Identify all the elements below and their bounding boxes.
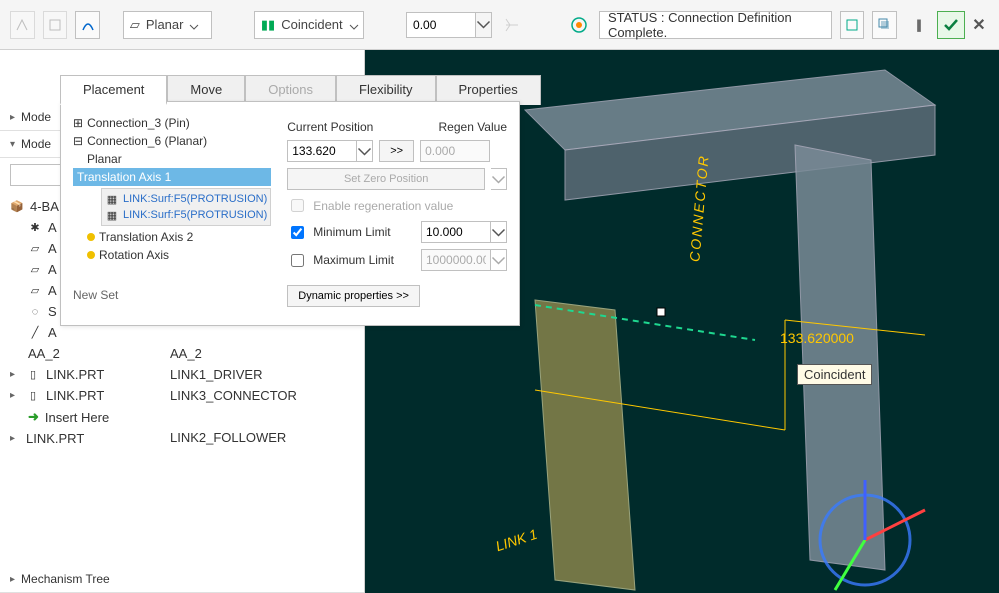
tab-placement[interactable]: Placement	[60, 75, 167, 105]
datum-icon: ✱	[28, 221, 42, 235]
position-dropdown-caret[interactable]	[357, 140, 373, 162]
axis-icon: ╱	[28, 326, 42, 340]
enable-regen-label: Enable regeneration value	[313, 199, 453, 213]
incomplete-bullet-icon	[87, 233, 95, 241]
mechanism-tree-header[interactable]: Mechanism Tree	[0, 566, 364, 593]
toolbar-option-1[interactable]	[840, 11, 865, 39]
offset-value-input[interactable]	[406, 12, 476, 38]
current-position-input[interactable]	[287, 140, 357, 162]
max-limit-input	[421, 249, 491, 271]
regen-value-input	[420, 140, 490, 162]
toolbar-icon-curve[interactable]	[75, 11, 100, 39]
coincident-dropdown[interactable]: ▮▮ Coincident	[254, 11, 364, 39]
min-limit-input[interactable]	[421, 221, 491, 243]
max-limit-checkbox[interactable]	[291, 254, 304, 267]
collapse-icon[interactable]: ⊟	[73, 134, 83, 148]
toolbar-icon-2	[43, 11, 68, 39]
top-toolbar: ▱ Planar ▮▮ Coincident STATUS : Connecti…	[0, 0, 999, 50]
planar-row[interactable]: Planar	[73, 150, 271, 168]
tree-label	[170, 406, 354, 427]
tree-item[interactable]: ▸▯LINK.PRT	[10, 364, 170, 385]
part-icon: ▯	[26, 368, 40, 382]
constraint-settings: Current Position Regen Value >> Set Zero…	[287, 114, 507, 313]
expand-icon[interactable]: ▸	[10, 369, 20, 380]
coincident-label[interactable]: Coincident	[797, 364, 872, 385]
reference-list: ▦LINK:Surf:F5(PROTRUSION) ▦LINK:Surf:F5(…	[101, 188, 271, 226]
coincident-icon: ▮▮	[261, 17, 275, 33]
translation-axis-2-row[interactable]: Translation Axis 2	[73, 228, 271, 246]
connection-6-row[interactable]: ⊟ Connection_6 (Planar)	[73, 132, 271, 150]
set-zero-button: Set Zero Position	[287, 168, 485, 190]
max-dropdown-caret	[491, 249, 507, 271]
tree-item[interactable]: ▸▯LINK.PRT	[10, 385, 170, 406]
chevron-down-icon	[349, 20, 359, 30]
chevron-down-icon	[189, 20, 199, 30]
surface-ref-1[interactable]: ▦LINK:Surf:F5(PROTRUSION)	[104, 191, 268, 207]
expand-icon[interactable]: ⊞	[73, 116, 83, 130]
expand-icon[interactable]: ▸	[10, 390, 20, 401]
max-limit-label: Maximum Limit	[313, 253, 415, 267]
toolbar-icon-1	[10, 11, 35, 39]
plane-icon: ▱	[28, 263, 42, 277]
zero-dropdown-caret[interactable]	[491, 168, 507, 190]
insert-arrow-icon: ➜	[28, 409, 39, 425]
min-dropdown-caret[interactable]	[491, 221, 507, 243]
regen-value-label: Regen Value	[400, 120, 507, 134]
translation-axis-1-row[interactable]: Translation Axis 1	[73, 168, 271, 186]
tree-label: LINK3_CONNECTOR	[170, 385, 354, 406]
apply-button[interactable]	[937, 11, 965, 39]
rotation-axis-row[interactable]: Rotation Axis	[73, 246, 271, 264]
assembly-icon: 📦	[10, 200, 24, 214]
connection-tree: ⊞ Connection_3 (Pin) ⊟ Connection_6 (Pla…	[73, 114, 271, 313]
part-icon: ▯	[26, 389, 40, 403]
dynamic-properties-button[interactable]: Dynamic properties >>	[287, 285, 420, 307]
min-limit-label: Minimum Limit	[313, 225, 415, 239]
expand-icon[interactable]: ▸	[10, 433, 20, 444]
cancel-button[interactable]: ✕	[969, 15, 989, 35]
plane-icon: ▱	[28, 242, 42, 256]
constraint-type-dropdown[interactable]: ▱ Planar	[123, 11, 212, 39]
min-limit-checkbox[interactable]	[291, 226, 304, 239]
tree-label: LINK2_FOLLOWER	[170, 427, 354, 448]
copy-to-regen-button[interactable]: >>	[379, 140, 414, 162]
plane-icon: ▱	[28, 284, 42, 298]
insert-marker[interactable]: ➜ Insert Here	[10, 406, 170, 428]
status-icon	[567, 11, 591, 39]
tree-label: LINK1_DRIVER	[170, 364, 354, 385]
surface-icon: ▦	[105, 208, 119, 222]
new-set-link[interactable]: New Set	[73, 288, 271, 302]
dimension-value[interactable]: 133.620000	[780, 330, 854, 346]
current-position-label: Current Position	[287, 120, 394, 134]
surface-ref-2[interactable]: ▦LINK:Surf:F5(PROTRUSION)	[104, 207, 268, 223]
connection-3-row[interactable]: ⊞ Connection_3 (Pin)	[73, 114, 271, 132]
tree-item[interactable]: ▸LINK.PRT	[10, 428, 170, 449]
tree-item[interactable]: AA_2	[10, 343, 170, 364]
sketch-icon: ◌	[28, 305, 42, 319]
tree-label: AA_2	[170, 343, 354, 364]
offset-dropdown-caret[interactable]	[476, 12, 492, 38]
placement-panel: ⊞ Connection_3 (Pin) ⊟ Connection_6 (Pla…	[60, 101, 520, 326]
enable-regen-checkbox	[291, 199, 304, 212]
pause-button[interactable]: ∥	[905, 11, 933, 39]
surface-icon: ▦	[105, 192, 119, 206]
toolbar-option-2[interactable]	[872, 11, 897, 39]
status-text: STATUS : Connection Definition Complete.	[599, 11, 832, 39]
flip-icon	[500, 11, 524, 39]
incomplete-bullet-icon	[87, 251, 95, 259]
planar-icon: ▱	[130, 17, 140, 33]
